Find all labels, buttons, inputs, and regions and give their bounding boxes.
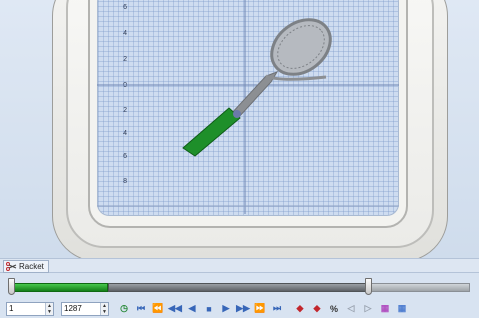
- spin-arrows-icon[interactable]: ▲ ▼: [45, 302, 53, 315]
- color-palette-icon[interactable]: ▦: [377, 301, 393, 317]
- racket-design: [182, 18, 332, 157]
- start-stitch-value: 1: [9, 303, 14, 313]
- design-tab-label: Racket: [19, 262, 44, 271]
- end-stitch-field[interactable]: 1287 ▲ ▼: [61, 301, 109, 316]
- end-stitch-value: 1287: [64, 303, 82, 313]
- spin-arrows-icon[interactable]: ▲ ▼: [100, 302, 108, 315]
- playback-toolbar: 1 ▲ ▼ 1287 ▲ ▼ ◷ ⏮ ⏪ ◀◀ ◀ ■ ▶ ▶▶ ⏩ ⏭ ◆ ◆ %…: [0, 299, 479, 318]
- design-canvas[interactable]: 6 4 2 0 2 4 6 8: [0, 0, 479, 258]
- trim-jump-icon[interactable]: %: [326, 301, 342, 317]
- design-overlay: [97, 0, 399, 214]
- first-stitch-icon[interactable]: ⏮: [133, 301, 149, 317]
- color-forward-icon[interactable]: ◆: [309, 301, 325, 317]
- object-forward-icon[interactable]: ▷: [360, 301, 376, 317]
- start-stitch-field[interactable]: 1 ▲ ▼: [6, 301, 54, 316]
- back-step-icon[interactable]: ◀: [184, 301, 200, 317]
- back-fast-icon[interactable]: ⏪: [150, 301, 166, 317]
- slider-remaining-fill: [108, 283, 369, 292]
- slider-end-thumb[interactable]: [365, 278, 372, 295]
- last-stitch-icon[interactable]: ⏭: [269, 301, 285, 317]
- grip-end-cap: [233, 110, 241, 118]
- racket-throat: [265, 74, 327, 81]
- scissors-icon: [6, 262, 17, 271]
- forward-fast-icon[interactable]: ⏩: [252, 301, 268, 317]
- slider-start-thumb[interactable]: [8, 278, 15, 295]
- color-back-icon[interactable]: ◆: [292, 301, 308, 317]
- slider-sewn-fill: [12, 283, 108, 292]
- play-icon[interactable]: ▶: [218, 301, 234, 317]
- design-tab-racket[interactable]: Racket: [3, 260, 49, 273]
- object-back-icon[interactable]: ◁: [343, 301, 359, 317]
- forward-icon[interactable]: ▶▶: [235, 301, 251, 317]
- thread-chart-icon[interactable]: ▦: [394, 301, 410, 317]
- back-icon[interactable]: ◀◀: [167, 301, 183, 317]
- stop-icon[interactable]: ■: [201, 301, 217, 317]
- stitch-slider[interactable]: [0, 273, 479, 299]
- racket-grip: [182, 107, 241, 157]
- stitch-timer-icon[interactable]: ◷: [116, 301, 132, 317]
- design-list-bar: Racket: [0, 258, 479, 273]
